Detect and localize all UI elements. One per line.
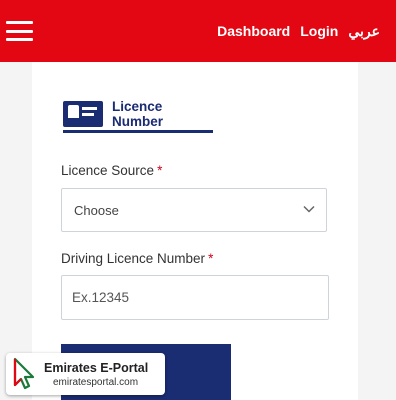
top-nav: Dashboard Login عربي [217,0,380,62]
licence-source-label: Licence Source * [61,163,162,178]
licence-source-selected: Choose [74,202,119,218]
nav-login-link[interactable]: Login [300,23,338,39]
licence-source-select[interactable]: Choose [61,188,327,232]
licence-number-input[interactable] [61,275,329,320]
watermark-badge: Emirates E-Portal emiratesportal.com [6,353,165,395]
top-bar: Dashboard Login عربي [0,0,396,62]
tab-active-indicator [63,130,213,133]
tab-licence-number[interactable]: Licence Number [63,94,215,133]
nav-arabic-link[interactable]: عربي [348,23,380,40]
menu-icon[interactable] [6,21,33,41]
watermark-url: emiratesportal.com [53,377,139,388]
required-mark: * [208,251,214,266]
licence-number-label-text: Driving Licence Number [61,251,206,266]
required-mark: * [157,163,163,178]
tab-label: Licence Number [112,98,164,129]
chevron-down-icon [303,205,315,213]
form-card: Licence Number Licence Source * Choose Dr… [32,62,358,400]
watermark-title: Emirates E-Portal [44,361,149,375]
licence-number-label: Driving Licence Number * [61,251,213,266]
licence-source-label-text: Licence Source [61,163,155,178]
licence-card-icon [63,100,103,127]
cursor-logo-icon [13,357,35,390]
nav-dashboard-link[interactable]: Dashboard [217,23,290,39]
